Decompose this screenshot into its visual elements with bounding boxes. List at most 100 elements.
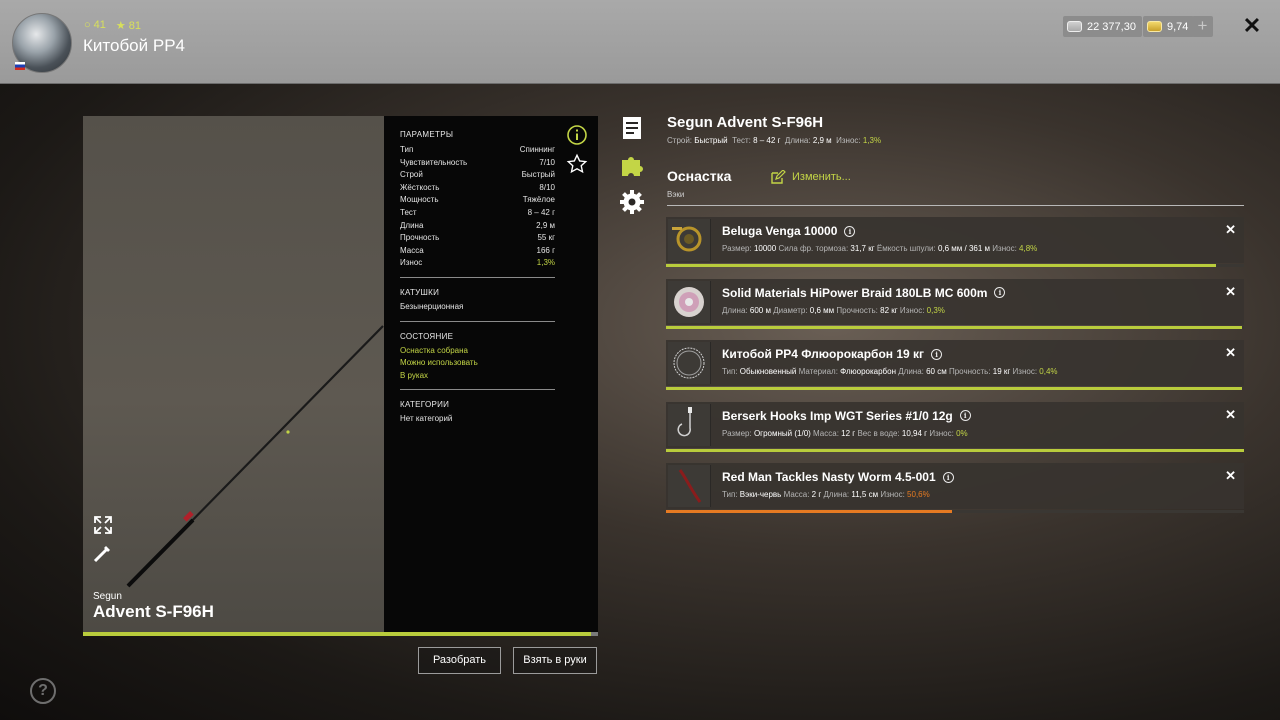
detail-label: Ёмкость шпули: bbox=[876, 244, 938, 253]
param-value: 1,3% bbox=[536, 258, 555, 268]
tackle-item[interactable]: Berserk Hooks Imp WGT Series #1/0 12g i Ра… bbox=[666, 401, 1244, 448]
edit-tackle-button[interactable]: Изменить... bbox=[771, 170, 851, 184]
param-label: Мощность bbox=[400, 195, 439, 205]
param-label: Тест bbox=[400, 207, 417, 217]
tackle-thumbnail-image bbox=[677, 406, 692, 436]
state-line: В руках bbox=[400, 370, 429, 380]
param-label: Прочность bbox=[400, 233, 440, 243]
param-value: 2,9 м bbox=[536, 220, 555, 230]
detail-value: 31,7 кг bbox=[850, 244, 875, 253]
help-icon[interactable]: ? bbox=[30, 678, 56, 704]
categories-title: КАТЕГОРИИ bbox=[400, 400, 450, 410]
state-title: СОСТОЯНИЕ bbox=[400, 331, 454, 341]
param-label: Жёсткость bbox=[400, 182, 440, 192]
tackle-item-name-row: Berserk Hooks Imp WGT Series #1/0 12g i bbox=[722, 409, 971, 423]
param-row: Масса 166 г bbox=[400, 245, 555, 258]
tackle-item[interactable]: Red Man Tackles Nasty Worm 4.5-001 i Тип: … bbox=[666, 463, 1244, 509]
gold-coins-icon bbox=[1147, 21, 1162, 32]
tackle-item[interactable]: Beluga Venga 10000 i Размер: 10000 Сила фр… bbox=[666, 217, 1244, 263]
rod-brand: Segun bbox=[93, 591, 122, 602]
detail-value: Флюорокарбон bbox=[840, 367, 896, 376]
rod-condition-bar bbox=[83, 632, 598, 636]
tackle-item-condition-fill bbox=[666, 387, 1242, 390]
divider bbox=[400, 320, 555, 322]
param-label: Масса bbox=[400, 245, 424, 255]
tackle-item-name-row: Red Man Tackles Nasty Worm 4.5-001 i bbox=[722, 470, 954, 484]
detail-label: Размер: bbox=[722, 428, 754, 438]
info-icon[interactable]: i bbox=[931, 348, 943, 360]
top-bar: ○ 41 ★ 81 Китобой PP4 22 377,30 9,74 + ✕ bbox=[0, 0, 1280, 84]
info-icon[interactable]: i bbox=[942, 471, 954, 483]
rod-assembly-icon[interactable] bbox=[93, 543, 113, 563]
remove-item-icon[interactable]: ✕ bbox=[1225, 468, 1236, 484]
disassemble-button[interactable]: Разобрать bbox=[418, 647, 501, 674]
state-line: Оснастка собрана bbox=[400, 345, 468, 355]
info-icon[interactable] bbox=[566, 124, 588, 146]
favorite-star-icon[interactable] bbox=[566, 153, 588, 175]
param-value: Спиннинг bbox=[519, 145, 555, 154]
detail-label: Вес в воде: bbox=[857, 428, 902, 438]
tackle-item-condition-fill bbox=[666, 448, 1244, 452]
gold-value: 9,74 bbox=[1167, 20, 1189, 33]
take-in-hands-button[interactable]: Взять в руки bbox=[513, 647, 597, 674]
detail-value: 12 г bbox=[841, 428, 856, 438]
fullscreen-icon[interactable] bbox=[93, 515, 113, 535]
categories-value: Нет категорий bbox=[400, 414, 453, 424]
detail-label: Износ: bbox=[880, 490, 908, 499]
param-label: Тип bbox=[400, 145, 414, 154]
parameters-panel: ПАРАМЕТРЫ Тип Спиннинг Чувствительность 7/1… bbox=[384, 116, 598, 632]
puzzle-icon[interactable] bbox=[619, 152, 645, 178]
tackle-item-condition-bar bbox=[666, 264, 1244, 267]
tackle-item[interactable]: Solid Materials HiPower Braid 180LB MC 6… bbox=[666, 278, 1244, 325]
edit-icon bbox=[771, 170, 786, 184]
silver-coins-icon bbox=[1067, 21, 1082, 32]
player-name: Китобой PP4 bbox=[83, 36, 185, 55]
param-row: Мощность Тяжёлое bbox=[400, 194, 555, 207]
info-icon[interactable]: i bbox=[959, 410, 971, 421]
info-icon[interactable]: i bbox=[994, 287, 1006, 298]
tackle-item-condition-fill bbox=[666, 264, 1217, 267]
param-row: Строй Быстрый bbox=[400, 169, 555, 182]
document-icon[interactable] bbox=[619, 115, 645, 141]
remove-item-icon[interactable]: ✕ bbox=[1225, 284, 1236, 300]
detail-value: 10000 bbox=[753, 244, 777, 253]
info-icon[interactable]: i bbox=[844, 225, 856, 237]
action-value: Быстрый bbox=[694, 136, 728, 145]
param-value: Быстрый bbox=[521, 170, 555, 180]
add-currency-button[interactable]: + bbox=[1192, 16, 1213, 37]
tackle-thumbnail-image bbox=[678, 469, 702, 503]
tackle-item-thumbnail bbox=[668, 342, 711, 384]
detail-value: 2 г bbox=[811, 490, 822, 499]
tackle-thumbnail-image bbox=[673, 347, 705, 379]
detail-value: 0,4% bbox=[1039, 367, 1058, 376]
rod-condition-fill bbox=[83, 632, 592, 636]
tackle-item-name: Китобой PP4 Флюорокарбон 19 кг bbox=[722, 347, 925, 361]
gear-icon[interactable] bbox=[619, 189, 645, 215]
remove-item-icon[interactable]: ✕ bbox=[1225, 345, 1236, 361]
tackle-item-thumbnail bbox=[668, 465, 711, 507]
detail-label: Сила фр. тормоза: bbox=[778, 244, 851, 253]
tackle-item-details: Тип: Обыкновенный Материал: Флюорокарбон… bbox=[722, 367, 1058, 376]
param-row: Длина 2,9 м bbox=[400, 220, 555, 233]
detail-label: Длина: bbox=[823, 490, 852, 499]
tackle-title: Оснастка bbox=[667, 168, 732, 184]
wear-value: 1,3% bbox=[862, 136, 882, 145]
remove-item-icon[interactable]: ✕ bbox=[1225, 407, 1236, 423]
tackle-item-details: Тип: Вэки-червь Масса: 2 г Длина: 11,5 с… bbox=[722, 490, 930, 499]
detail-value: Обыкновенный bbox=[739, 367, 797, 376]
divider bbox=[400, 276, 555, 278]
close-icon[interactable]: ✕ bbox=[1240, 14, 1264, 38]
rod-preview[interactable] bbox=[83, 116, 385, 632]
detail-label: Размер: bbox=[722, 244, 754, 253]
tackle-item-name: Solid Materials HiPower Braid 180LB MC 6… bbox=[722, 285, 988, 300]
detail-label: Прочность: bbox=[836, 305, 881, 315]
tackle-item[interactable]: Китобой PP4 Флюорокарбон 19 кг i Тип: Обык… bbox=[666, 340, 1244, 386]
tackle-item-condition-bar bbox=[666, 448, 1244, 452]
param-row: Жёсткость 8/10 bbox=[400, 182, 555, 195]
remove-item-icon[interactable]: ✕ bbox=[1225, 222, 1236, 238]
rank-value: 81 bbox=[128, 20, 142, 32]
tackle-item-condition-bar bbox=[666, 510, 1244, 513]
detail-label: Износ: bbox=[1012, 367, 1040, 376]
tackle-item-condition-fill bbox=[666, 510, 952, 513]
detail-value: Вэки-червь bbox=[739, 490, 782, 499]
